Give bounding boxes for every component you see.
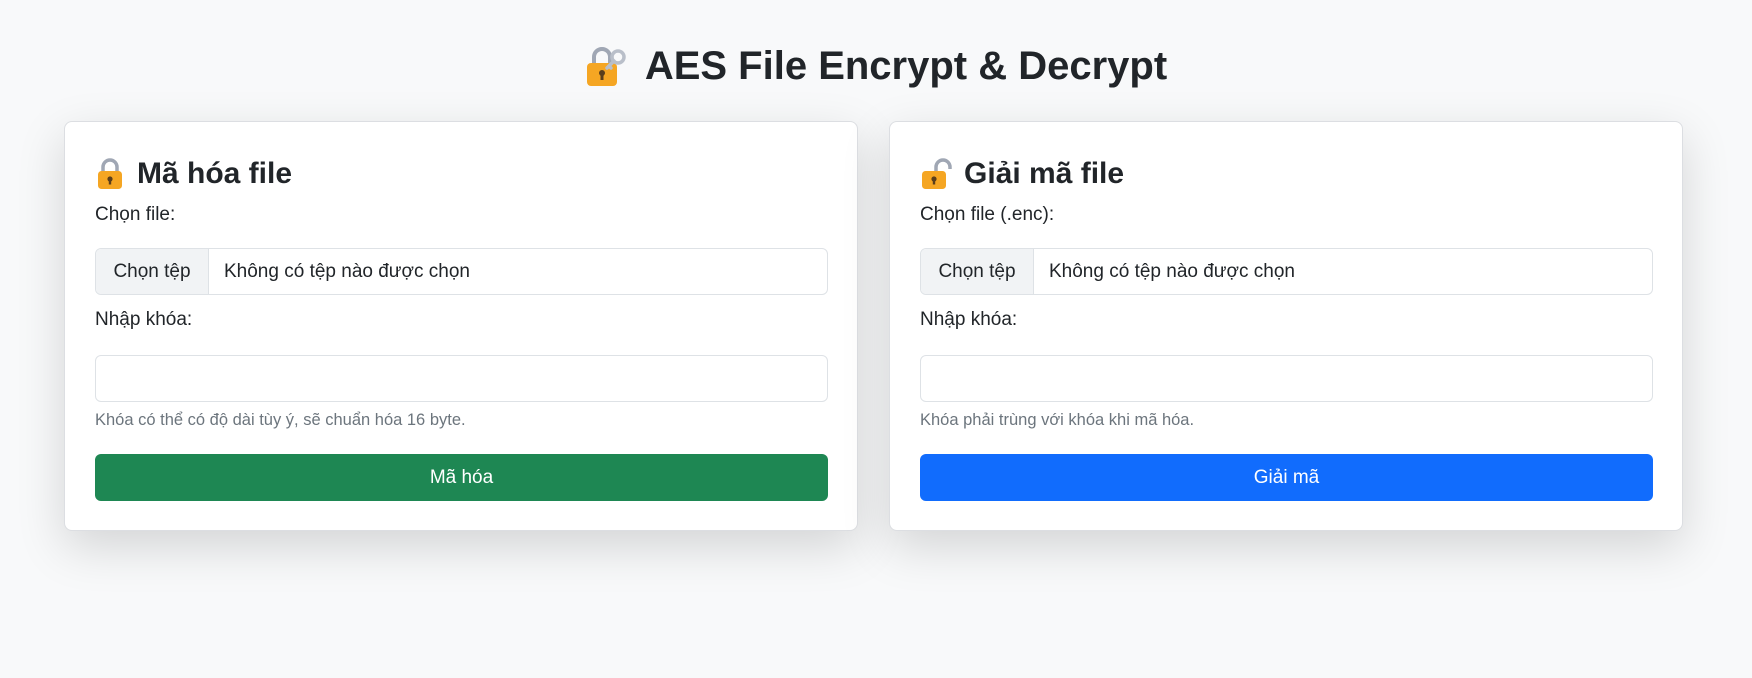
encrypt-card: Mã hóa file Chọn file: Chọn tệp Không có…: [64, 121, 858, 531]
decrypt-file-input[interactable]: Chọn tệp Không có tệp nào được chọn: [920, 248, 1653, 295]
encrypt-choose-file-button[interactable]: Chọn tệp: [96, 249, 209, 294]
encrypt-button[interactable]: Mã hóa: [95, 454, 828, 501]
decrypt-key-input[interactable]: [920, 355, 1653, 402]
encrypt-file-input[interactable]: Chọn tệp Không có tệp nào được chọn: [95, 248, 828, 295]
decrypt-choose-file-button[interactable]: Chọn tệp: [921, 249, 1034, 294]
encrypt-heading-text: Mã hóa file: [137, 157, 293, 190]
encrypt-key-input[interactable]: [95, 355, 828, 402]
encrypt-heading: Mã hóa file: [95, 152, 292, 196]
decrypt-heading: Giải mã file: [920, 152, 1124, 196]
page-title: AES File Encrypt & Decrypt: [0, 44, 1752, 89]
locked-padlock-icon: [95, 158, 125, 190]
page-title-text: AES File Encrypt & Decrypt: [644, 44, 1168, 88]
decrypt-key-label: Nhập khóa:: [920, 309, 1018, 330]
decrypt-key-help: Khóa phải trùng với khóa khi mã hóa.: [920, 411, 1195, 429]
decrypt-file-status: Không có tệp nào được chọn: [1049, 260, 1295, 282]
encrypt-file-status: Không có tệp nào được chọn: [224, 260, 470, 282]
decrypt-heading-text: Giải mã file: [964, 157, 1125, 190]
decrypt-button[interactable]: Giải mã: [920, 454, 1653, 501]
encrypt-key-help: Khóa có thể có độ dài tùy ý, sẽ chuẩn hó…: [95, 411, 466, 429]
lock-with-key-icon: [585, 46, 627, 88]
decrypt-file-label: Chọn file (.enc):: [920, 204, 1055, 225]
decrypt-card: Giải mã file Chọn file (.enc): Chọn tệp …: [889, 121, 1683, 531]
unlocked-padlock-icon: [920, 158, 952, 190]
encrypt-key-label: Nhập khóa:: [95, 309, 193, 330]
encrypt-file-label: Chọn file:: [95, 204, 176, 225]
